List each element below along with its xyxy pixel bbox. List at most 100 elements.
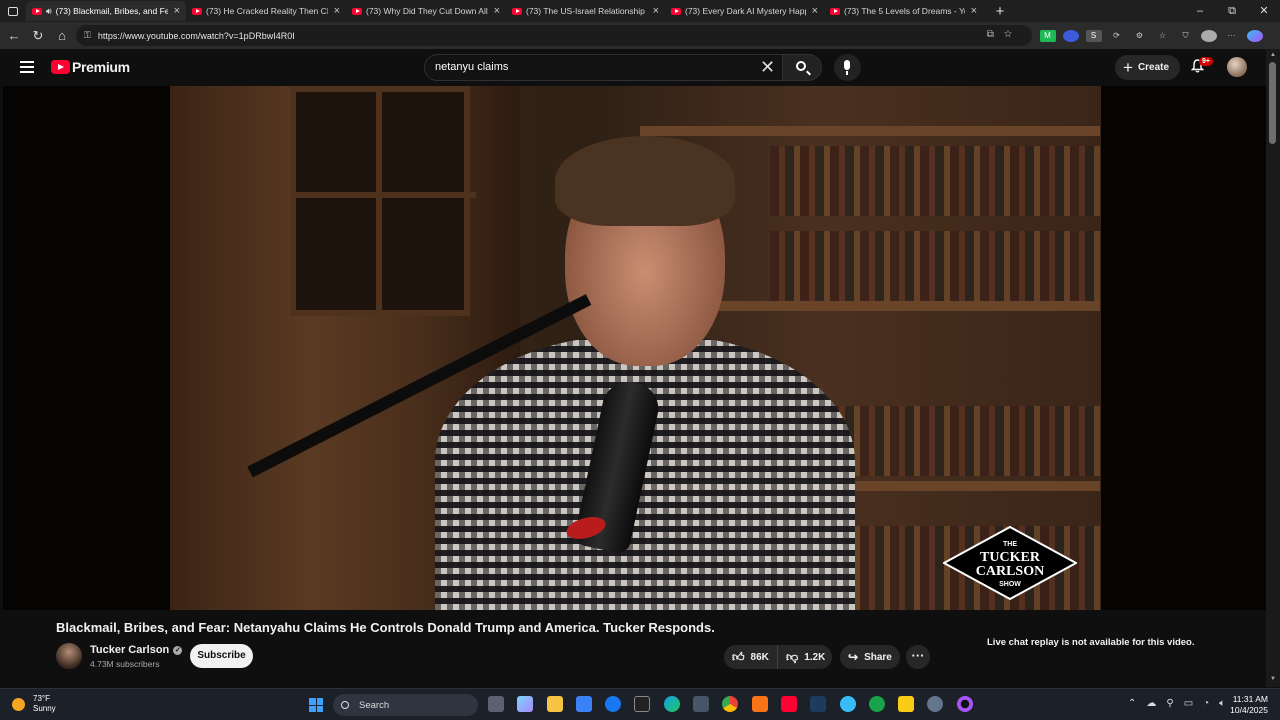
calculator-icon[interactable] [693,696,710,712]
taskbar-search-label: Search [359,699,390,711]
media-app-icon[interactable] [956,696,973,712]
site-info-icon[interactable]: ⚿ [84,30,91,41]
performance-icon[interactable]: ⚙ [1132,30,1148,42]
vlc-icon[interactable] [751,696,768,712]
tab-4[interactable]: (73) Every Dark AI Mystery Happe × [665,1,824,21]
restore-button[interactable]: ⧉ [1216,0,1248,22]
url-field[interactable]: ⚿ https://www.youtube.com/watch?v=1pDRbw… [76,25,1032,46]
close-window-button[interactable]: ✕ [1248,0,1280,22]
share-button[interactable]: ↪ Share [840,645,900,669]
plus-icon: + [1123,57,1133,77]
close-tab-icon[interactable]: × [971,5,977,17]
file-explorer-icon[interactable] [546,696,563,712]
weather-temp: 73°F [33,694,50,703]
video-player[interactable]: THE TUCKER CARLSON SHOW [3,86,1266,610]
close-tab-icon[interactable]: × [174,5,180,17]
channel-avatar[interactable] [56,643,82,669]
volume-icon[interactable]: 🔈︎ [1219,698,1225,709]
system-clock[interactable]: 11:31 AM 10/4/2025 [1228,694,1268,716]
more-actions-button[interactable]: ··· [906,645,930,669]
show-hidden-icons-icon[interactable]: ⌃ [1128,698,1136,709]
settings-icon[interactable] [927,696,944,712]
location-icon[interactable]: ⚲ [1166,698,1173,709]
app-icon[interactable] [839,696,856,712]
address-bar-row: ← ↻ ⌂ ⚿ https://www.youtube.com/watch?v=… [0,22,1280,49]
close-tab-icon[interactable]: × [653,5,659,17]
voice-search-button[interactable] [834,54,861,81]
network-icon[interactable]: ◔ [1203,698,1209,709]
favorites-icon[interactable]: ☆ [1155,30,1171,42]
task-view-icon[interactable] [488,696,504,712]
tab-3[interactable]: (73) The US-Israel Relationship is × [506,1,665,21]
copilot-icon[interactable] [1246,29,1263,42]
xbox-icon[interactable] [868,696,885,712]
search-button[interactable] [782,54,822,81]
youtube-app-icon[interactable] [780,696,797,712]
like-button[interactable]: 👍︎ 86K [724,645,778,669]
account-avatar[interactable] [1227,57,1247,77]
store-icon[interactable] [575,696,592,712]
edge-icon[interactable] [663,696,680,712]
facebook-icon[interactable] [605,696,622,712]
more-options-icon[interactable]: ··· [1224,30,1240,42]
logo-line-2: TUCKER [980,550,1041,565]
start-button-icon[interactable] [309,698,323,712]
channel-name-row[interactable]: Tucker Carlson ✓ [90,644,183,656]
tab-title: (73) The US-Israel Relationship is [526,6,647,16]
subscriber-count: 4.73M subscribers [90,659,160,669]
verified-icon: ✓ [173,645,183,655]
tab-2[interactable]: (73) Why Did They Cut Down All T × [346,1,506,21]
tucker-carlson-show-logo: THE TUCKER CARLSON SHOW [943,526,1077,600]
youtube-logo[interactable]: Premium [51,59,130,75]
scroll-up-icon[interactable]: ▲ [1269,52,1277,58]
extension-s-icon[interactable]: S [1085,29,1102,42]
subscribe-button[interactable]: Subscribe [190,644,253,668]
onedrive-icon[interactable]: ☁ [1146,698,1156,709]
profile-avatar-icon[interactable] [1200,29,1217,42]
menu-icon[interactable] [20,61,34,73]
scrollbar-thumb[interactable] [1269,62,1276,144]
speaker-icon[interactable]: 🔊︎ [46,6,52,17]
back-icon[interactable]: ← [2,28,26,43]
tab-1[interactable]: (73) He Cracked Reality Then CIA × [186,1,346,21]
extensions-bar: M S ⟳ ⚙ ☆ ⛉ ··· [1036,22,1266,49]
favorite-star-icon[interactable]: ⧉☆ [987,29,1022,40]
sticky-notes-icon[interactable] [898,696,915,712]
close-tab-icon[interactable]: × [812,5,818,17]
like-count: 86K [750,651,769,663]
tab-title: (73) Why Did They Cut Down All T [366,6,488,16]
search-input[interactable]: netanyu claims [424,54,786,81]
home-icon[interactable]: ⌂ [50,28,74,43]
create-label: Create [1137,62,1170,73]
share-label: Share [864,651,892,663]
display-icon[interactable]: ▭ [1184,698,1193,709]
tab-5[interactable]: (73) The 5 Levels of Dreams - You × [824,1,983,21]
tab-actions-menu-icon[interactable] [0,0,26,22]
extensions-puzzle-icon[interactable]: ⟳ [1109,30,1125,42]
extension-green-icon[interactable]: M [1039,29,1056,42]
close-tab-icon[interactable]: × [334,5,340,17]
close-tab-icon[interactable]: × [494,5,500,17]
youtube-header: Premium netanyu claims ✕ + Create 9+ [0,49,1266,86]
steam-icon[interactable] [810,696,827,712]
page-scrollbar[interactable] [1266,49,1280,687]
amazon-icon[interactable] [634,696,651,712]
create-button[interactable]: + Create [1115,55,1181,80]
dislike-button[interactable]: 👎︎ 1.2K [778,650,825,665]
microphone-icon [844,60,850,70]
copilot-app-icon[interactable] [517,696,534,712]
youtube-favicon-icon [32,7,42,15]
extension-blue-icon[interactable] [1062,29,1079,42]
chrome-icon[interactable] [722,696,739,712]
new-tab-button[interactable]: + [989,3,1011,20]
refresh-icon[interactable]: ↻ [26,28,50,44]
clear-search-icon[interactable]: ✕ [760,57,775,77]
windows-taskbar: 73°F Sunny Search ⌃ ☁ ⚲ ▭ ◔ 🔈︎ 11:31 AM [0,688,1280,720]
tab-0[interactable]: 🔊︎ (73) Blackmail, Bribes, and Fe × [26,1,186,21]
taskbar-search[interactable]: Search [333,694,478,716]
weather-widget[interactable]: 73°F Sunny [12,694,56,714]
shield-icon[interactable]: ⛉ [1178,30,1194,42]
scroll-down-icon[interactable]: ▼ [1269,676,1277,682]
channel-name[interactable]: Tucker Carlson [90,644,169,656]
minimize-button[interactable]: – [1184,0,1216,22]
